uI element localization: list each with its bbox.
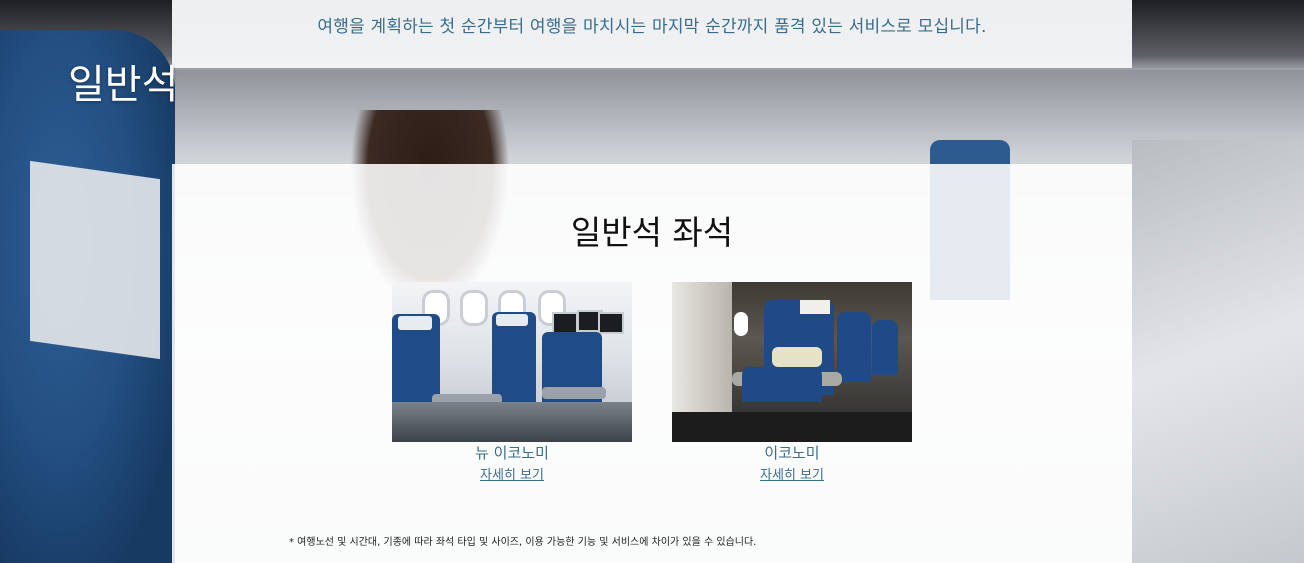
headrest-cover xyxy=(496,314,528,326)
economy-seat-photo xyxy=(672,282,912,442)
section-title: 일반석 좌석 xyxy=(570,213,734,252)
page-title: 일반석 xyxy=(68,62,179,108)
window xyxy=(734,312,748,336)
intro-banner: 여행을 계획하는 첫 순간부터 여행을 마치시는 마지막 순간까지 품격 있는 … xyxy=(172,0,1132,68)
seat-name: 뉴 이코노미 xyxy=(475,444,549,462)
headrest-cover xyxy=(30,160,160,360)
seat-name: 이코노미 xyxy=(764,444,820,462)
intro-text: 여행을 계획하는 첫 순간부터 여행을 마치시는 마지막 순간까지 품격 있는 … xyxy=(317,17,987,37)
seatback-screen xyxy=(598,312,624,334)
view-details-link[interactable]: 자세히 보기 xyxy=(480,464,544,483)
seat-section-panel: 일반석 좌석 뉴 이코노미 자세히 보기 이코노미 자세히 보기 * 여행노선 … xyxy=(172,164,1132,563)
cabin-wall-right xyxy=(1132,140,1304,563)
seat xyxy=(872,320,898,375)
seatback-screen xyxy=(552,312,578,334)
seat xyxy=(492,312,536,407)
seat-cushion xyxy=(742,367,822,402)
new-economy-seat-photo xyxy=(392,282,632,442)
headrest-cover xyxy=(800,300,830,314)
cabin-floor xyxy=(672,412,912,442)
headrest-cover xyxy=(398,316,432,330)
cabin-floor xyxy=(392,402,632,442)
pillow xyxy=(772,347,822,367)
seat-card-economy: 이코노미 자세히 보기 xyxy=(672,282,912,483)
seat xyxy=(837,312,871,382)
window xyxy=(460,290,488,326)
disclaimer-note: * 여행노선 및 시간대, 기종에 따라 좌석 타입 및 사이즈, 이용 가능한… xyxy=(289,537,757,548)
armrest xyxy=(542,387,606,399)
view-details-link[interactable]: 자세히 보기 xyxy=(760,464,824,483)
seat-card-new-economy: 뉴 이코노미 자세히 보기 xyxy=(392,282,632,483)
